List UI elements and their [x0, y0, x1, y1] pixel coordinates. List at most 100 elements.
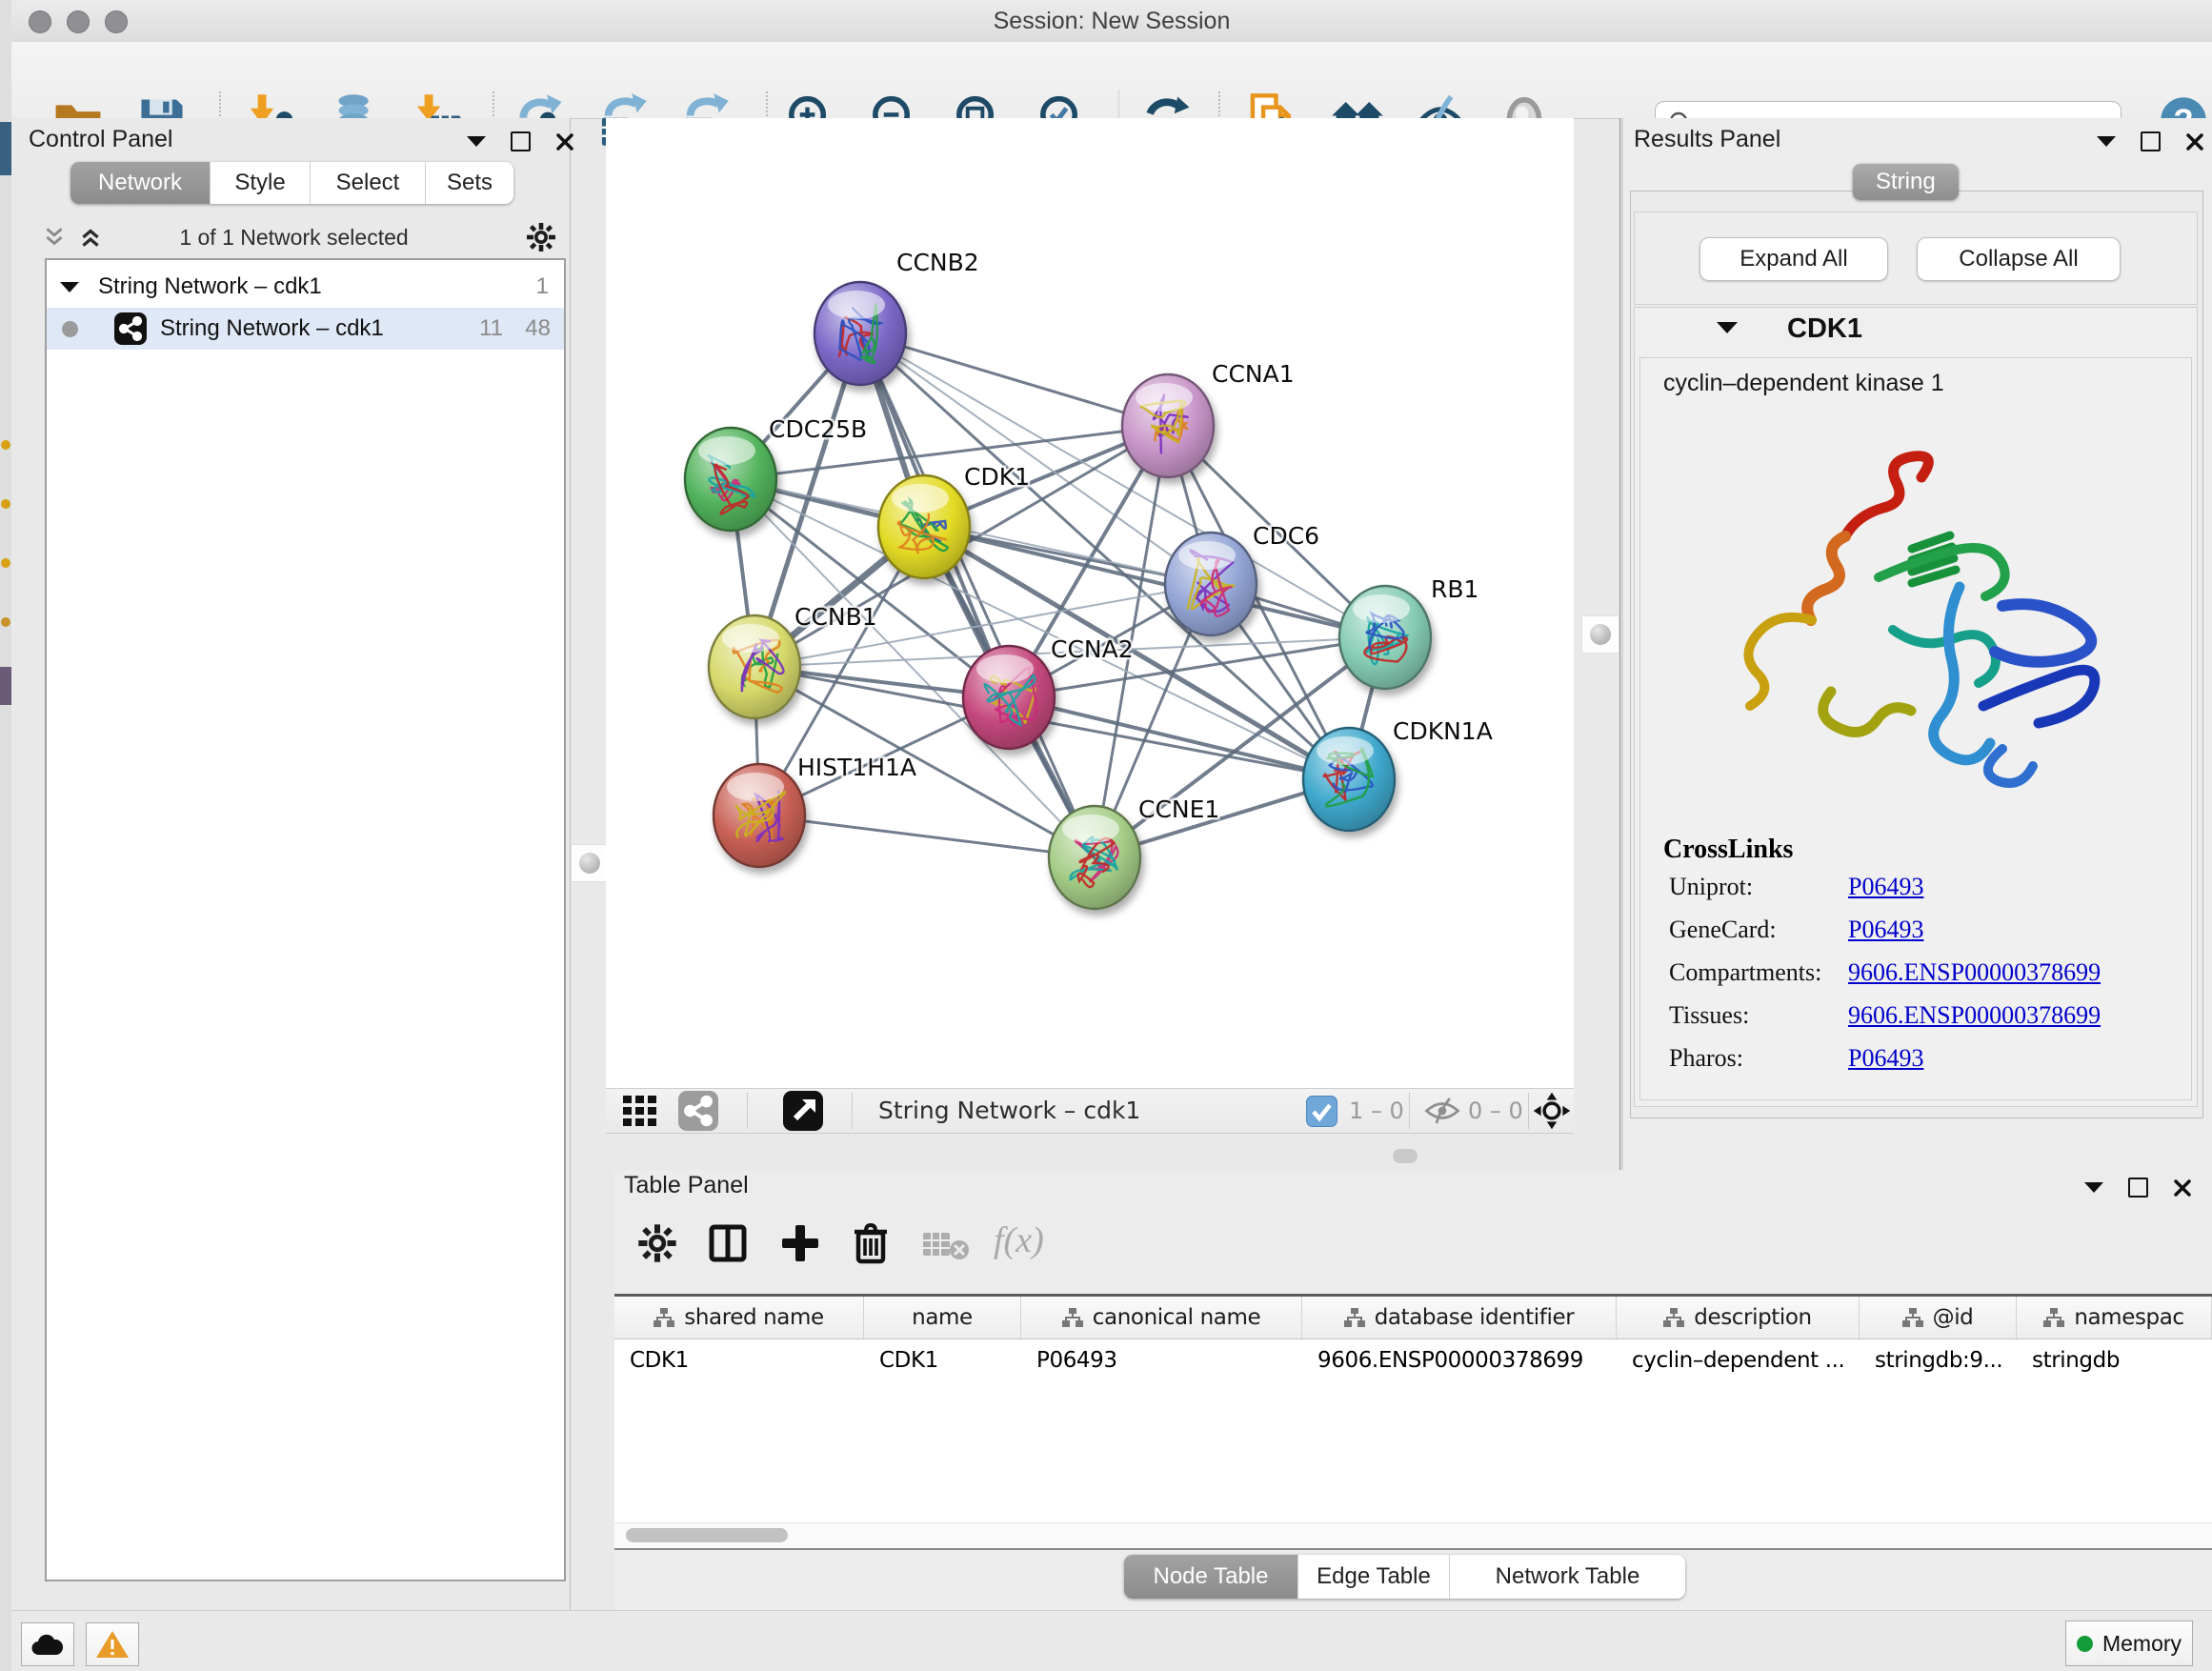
- network-collection-row[interactable]: String Network – cdk1 1: [47, 266, 564, 308]
- protein-expand-icon[interactable]: [1717, 321, 1738, 338]
- column-header-label: shared name: [684, 1305, 824, 1330]
- network-node[interactable]: CCNE1: [1049, 795, 1219, 909]
- table-cell[interactable]: CDK1: [614, 1339, 864, 1381]
- protein-name[interactable]: CDK1: [1787, 313, 1862, 345]
- node-gloss-highlight: [976, 654, 1034, 683]
- center-view-crosshair-icon[interactable]: [1532, 1091, 1572, 1131]
- tab-node-table[interactable]: Node Table: [1124, 1555, 1298, 1599]
- table-body[interactable]: [614, 1381, 2212, 1522]
- tab-string[interactable]: String: [1853, 164, 1959, 200]
- table-cell[interactable]: 9606.ENSP00000378699: [1302, 1339, 1617, 1381]
- tab-edge-table[interactable]: Edge Table: [1298, 1555, 1450, 1599]
- node-gloss-highlight: [892, 484, 949, 513]
- collapse-panel-icon[interactable]: [467, 136, 486, 147]
- crosslink-row: Compartments:9606.ENSP00000378699: [1669, 958, 2101, 987]
- tab-network[interactable]: Network: [70, 162, 211, 204]
- thumbnail-grid-icon[interactable]: [623, 1096, 663, 1126]
- current-network-title: String Network – cdk1: [878, 1097, 1140, 1124]
- collapse-all-button[interactable]: Collapse All: [1917, 237, 2121, 281]
- float-panel-icon[interactable]: [511, 131, 531, 151]
- open-external-view-icon[interactable]: [783, 1091, 823, 1131]
- cloud-button[interactable]: [21, 1622, 74, 1666]
- protein-description: cyclin–dependent kinase 1: [1663, 370, 1944, 397]
- column-header-name[interactable]: name: [864, 1297, 1021, 1339]
- node-label: CCNA2: [1051, 635, 1134, 663]
- warnings-button[interactable]: [86, 1622, 139, 1666]
- table-cell[interactable]: stringdb:9...: [1860, 1339, 2017, 1381]
- network-view-canvas[interactable]: CCNB2CCNA1CDC25BCDK1CDC6RB1CCNB1CCNA2CDK…: [606, 118, 1574, 1088]
- network-row-selected[interactable]: String Network – cdk1 11 48: [47, 308, 564, 350]
- column-header-shared-name[interactable]: shared name: [614, 1297, 864, 1339]
- node-label: CCNB1: [794, 603, 877, 631]
- cloud-icon: [30, 1632, 65, 1657]
- column-header--id[interactable]: @id: [1860, 1297, 2017, 1339]
- tab-network-table[interactable]: Network Table: [1450, 1555, 1685, 1599]
- column-header-database-identifier[interactable]: database identifier: [1302, 1297, 1617, 1339]
- crosslink-label: Pharos:: [1669, 1044, 1848, 1073]
- main-toolbar: ?: [11, 42, 2212, 119]
- network-edge[interactable]: [759, 815, 1095, 857]
- network-options-gear-icon[interactable]: [526, 222, 556, 252]
- memory-button[interactable]: Memory: [2065, 1621, 2193, 1666]
- network-edge[interactable]: [1009, 697, 1349, 779]
- network-node-count: 11: [479, 315, 503, 342]
- column-header-description[interactable]: description: [1617, 1297, 1860, 1339]
- table-cell[interactable]: cyclin–dependent ...: [1617, 1339, 1860, 1381]
- close-panel-icon[interactable]: [2173, 1178, 2192, 1198]
- memory-label: Memory: [2102, 1631, 2182, 1657]
- column-header-label: name: [912, 1305, 973, 1330]
- toggle-columns-icon[interactable]: [706, 1221, 750, 1265]
- network-node[interactable]: RB1: [1339, 575, 1478, 689]
- network-node[interactable]: CCNB2: [814, 249, 979, 385]
- crosslink-link[interactable]: P06493: [1848, 1044, 1923, 1073]
- crosslink-link[interactable]: 9606.ENSP00000378699: [1848, 1001, 2101, 1030]
- close-panel-icon[interactable]: [555, 132, 574, 151]
- network-node[interactable]: HIST1H1A: [714, 754, 916, 867]
- close-panel-icon[interactable]: [2185, 132, 2204, 151]
- network-view-toolbar: String Network – cdk1 1 – 0 0 – 0: [606, 1088, 1574, 1134]
- crosslink-link[interactable]: P06493: [1848, 916, 1923, 944]
- delete-column-trash-icon[interactable]: [849, 1221, 893, 1265]
- left-splitter-grip[interactable]: [571, 844, 609, 882]
- column-type-icon: [2043, 1308, 2064, 1327]
- protein-result-card: CDK1 cyclin–dependent kinase 1: [1634, 307, 2198, 1107]
- crosslink-link[interactable]: 9606.ENSP00000378699: [1848, 958, 2101, 987]
- collapse-panel-icon[interactable]: [2084, 1182, 2103, 1193]
- table-row[interactable]: CDK1CDK1P064939606.ENSP00000378699cyclin…: [614, 1339, 2212, 1381]
- crosslink-label: Tissues:: [1669, 1001, 1848, 1030]
- expand-all-button[interactable]: Expand All: [1699, 237, 1888, 281]
- table-cell[interactable]: stringdb: [2017, 1339, 2212, 1381]
- hidden-eye-slash-icon[interactable]: [1423, 1097, 1461, 1125]
- table-panel-header-icons: [2084, 1178, 2192, 1198]
- table-horizontal-scrollbar[interactable]: [614, 1522, 2212, 1550]
- float-panel-icon[interactable]: [2128, 1178, 2148, 1198]
- network-node[interactable]: CDKN1A: [1303, 717, 1493, 831]
- add-column-icon[interactable]: [778, 1221, 822, 1265]
- column-type-icon: [1062, 1308, 1083, 1327]
- horizontal-splitter-grip[interactable]: [1393, 1149, 1418, 1163]
- selected-nodes-checkbox[interactable]: [1306, 1096, 1337, 1127]
- network-node[interactable]: CDC6: [1165, 522, 1319, 635]
- network-node[interactable]: CCNB1: [709, 603, 877, 718]
- table-cell[interactable]: P06493: [1021, 1339, 1302, 1381]
- window-title: Session: New Session: [11, 0, 2212, 42]
- tab-select[interactable]: Select: [311, 162, 426, 204]
- crosslink-label: Uniprot:: [1669, 873, 1848, 901]
- function-builder-icon-disabled: f(x): [994, 1219, 1044, 1261]
- tab-style[interactable]: Style: [211, 162, 311, 204]
- collapse-panel-icon[interactable]: [2097, 136, 2116, 147]
- column-header-canonical-name[interactable]: canonical name: [1021, 1297, 1302, 1339]
- network-edge[interactable]: [860, 333, 1168, 426]
- crosslink-link[interactable]: P06493: [1848, 873, 1923, 901]
- column-header-namespac[interactable]: namespac: [2017, 1297, 2212, 1339]
- node-label: CDK1: [964, 463, 1030, 491]
- tab-sets[interactable]: Sets: [426, 162, 513, 204]
- right-splitter-grip[interactable]: [1581, 615, 1619, 654]
- table-cell[interactable]: CDK1: [864, 1339, 1021, 1381]
- table-settings-gear-icon[interactable]: [637, 1223, 677, 1263]
- tree-expand-icon[interactable]: [60, 282, 79, 292]
- share-network-icon[interactable]: [678, 1091, 718, 1131]
- network-node[interactable]: CCNA1: [1122, 360, 1295, 477]
- scrollbar-thumb[interactable]: [626, 1528, 788, 1542]
- float-panel-icon[interactable]: [2141, 131, 2161, 151]
